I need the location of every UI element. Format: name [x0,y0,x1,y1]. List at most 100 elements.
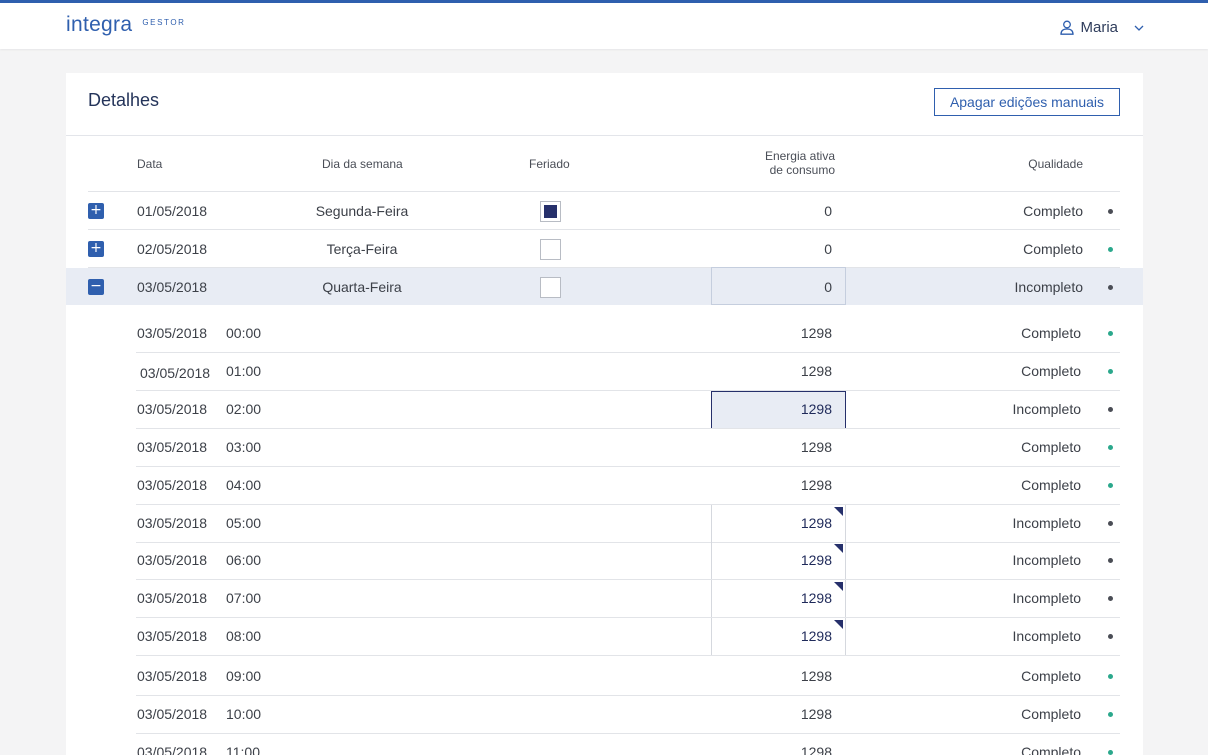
logo-subtitle: GESTOR [142,18,186,27]
day-weekday: Terça-Feira [326,241,398,257]
collapse-row-icon[interactable]: − [88,279,104,295]
user-menu[interactable]: Maria [1060,19,1144,36]
quality-status-dot [1108,674,1113,679]
clear-manual-edits-button[interactable]: Apagar edições manuais [934,88,1120,116]
hour-quality: Completo [1021,439,1081,455]
holiday-checkbox[interactable] [540,277,561,298]
row-divider [136,504,1120,505]
hour-quality: Completo [1021,706,1081,722]
expand-row-icon[interactable]: + [88,241,104,257]
hour-quality: Incompleto [1012,515,1081,531]
hour-quality: Incompleto [1012,552,1081,568]
row-divider [136,655,1120,656]
day-date: 01/05/2018 [137,203,208,219]
quality-status-dot [1108,558,1113,563]
hour-energy[interactable]: 1298 [732,515,832,531]
hour-time: 06:00 [226,552,262,568]
hour-time: 02:00 [226,401,262,417]
holiday-checkbox[interactable] [540,201,561,222]
hour-energy[interactable]: 1298 [732,439,832,455]
header-divider [88,191,1120,192]
hour-energy[interactable]: 1298 [732,744,832,755]
chevron-down-icon [1134,25,1144,31]
row-divider [136,352,1120,353]
day-weekday: Quarta-Feira [322,279,402,295]
card-header: Detalhes Apagar edições manuais [66,73,1143,136]
hour-time: 05:00 [226,515,262,531]
expand-row-icon[interactable]: + [88,203,104,219]
quality-status-dot [1108,712,1113,717]
details-card: Detalhes Apagar edições manuais Data Dia… [66,73,1143,755]
edited-corner-icon [834,582,843,591]
column-header-holiday[interactable]: Feriado [529,157,570,171]
page-title: Detalhes [88,90,160,110]
quality-status-dot [1108,483,1113,488]
holiday-checkbox[interactable] [540,239,561,260]
column-header-energy[interactable]: Energia ativa de consumo [735,149,835,177]
hour-date: 03/05/2018 [137,552,208,568]
hour-date: 03/05/2018 [137,628,208,644]
column-header-energy-line2: de consumo [769,163,835,177]
hour-quality: Completo [1021,477,1081,493]
quality-status-dot [1108,750,1113,755]
hour-date: 03/05/2018 [137,325,208,341]
hour-date: 03/05/2018 [137,744,208,755]
column-header-quality[interactable]: Qualidade [983,157,1083,171]
quality-status-dot [1108,407,1113,412]
edited-corner-icon [834,507,843,516]
hour-energy[interactable]: 1298 [732,325,832,341]
day-energy[interactable]: 0 [732,203,832,219]
column-header-energy-line1: Energia ativa [764,149,835,163]
day-quality: Completo [1023,241,1083,257]
day-energy[interactable]: 0 [732,241,832,257]
quality-status-dot [1108,331,1113,336]
hour-date: 03/05/2018 [137,590,208,606]
edited-corner-icon [834,620,843,629]
row-divider [136,428,1120,429]
day-date: 03/05/2018 [137,279,208,295]
row-divider [136,695,1120,696]
row-divider [136,579,1120,580]
quality-status-dot [1108,521,1113,526]
top-bar: integra GESTOR Maria [0,0,1208,49]
row-divider [136,542,1120,543]
hour-date: 03/05/2018 [137,706,208,722]
hour-date: 03/05/2018 [137,515,208,531]
hour-quality: Completo [1021,325,1081,341]
edited-corner-icon [834,544,843,553]
hour-date: 03/05/2018 [137,477,208,493]
hour-time: 11:00 [226,744,260,755]
hour-time: 04:00 [226,477,262,493]
hour-quality: Incompleto [1012,628,1081,644]
quality-status-dot [1108,445,1113,450]
column-header-date[interactable]: Data [137,157,162,171]
hour-energy[interactable]: 1298 [732,363,832,379]
hour-energy[interactable]: 1298 [732,552,832,568]
hour-date: 03/05/2018 [137,439,208,455]
column-header-weekday[interactable]: Dia da semana [322,157,403,171]
logo[interactable]: integra GESTOR [66,13,186,37]
quality-status-dot [1108,596,1113,601]
hour-energy[interactable]: 1298 [732,401,832,417]
logo-text: integra [66,13,133,36]
hour-energy[interactable]: 1298 [732,668,832,684]
hour-quality: Completo [1021,363,1081,379]
quality-status-dot [1108,209,1113,214]
hour-date: 03/05/2018 [137,668,208,684]
hour-time: 10:00 [226,706,262,722]
hour-energy[interactable]: 1298 [732,706,832,722]
selected-row-highlight [66,268,1143,305]
row-divider [136,466,1120,467]
hour-time: 07:00 [226,590,262,606]
hour-energy[interactable]: 1298 [732,628,832,644]
row-divider [136,390,1120,391]
hour-quality: Incompleto [1012,401,1081,417]
hour-energy[interactable]: 1298 [732,590,832,606]
row-divider [88,229,1120,230]
quality-status-dot [1108,285,1113,290]
day-energy[interactable]: 0 [732,279,832,295]
hour-time: 08:00 [226,628,262,644]
hour-energy[interactable]: 1298 [732,477,832,493]
hour-date: 03/05/2018 [137,401,208,417]
hour-quality: Completo [1021,744,1081,755]
